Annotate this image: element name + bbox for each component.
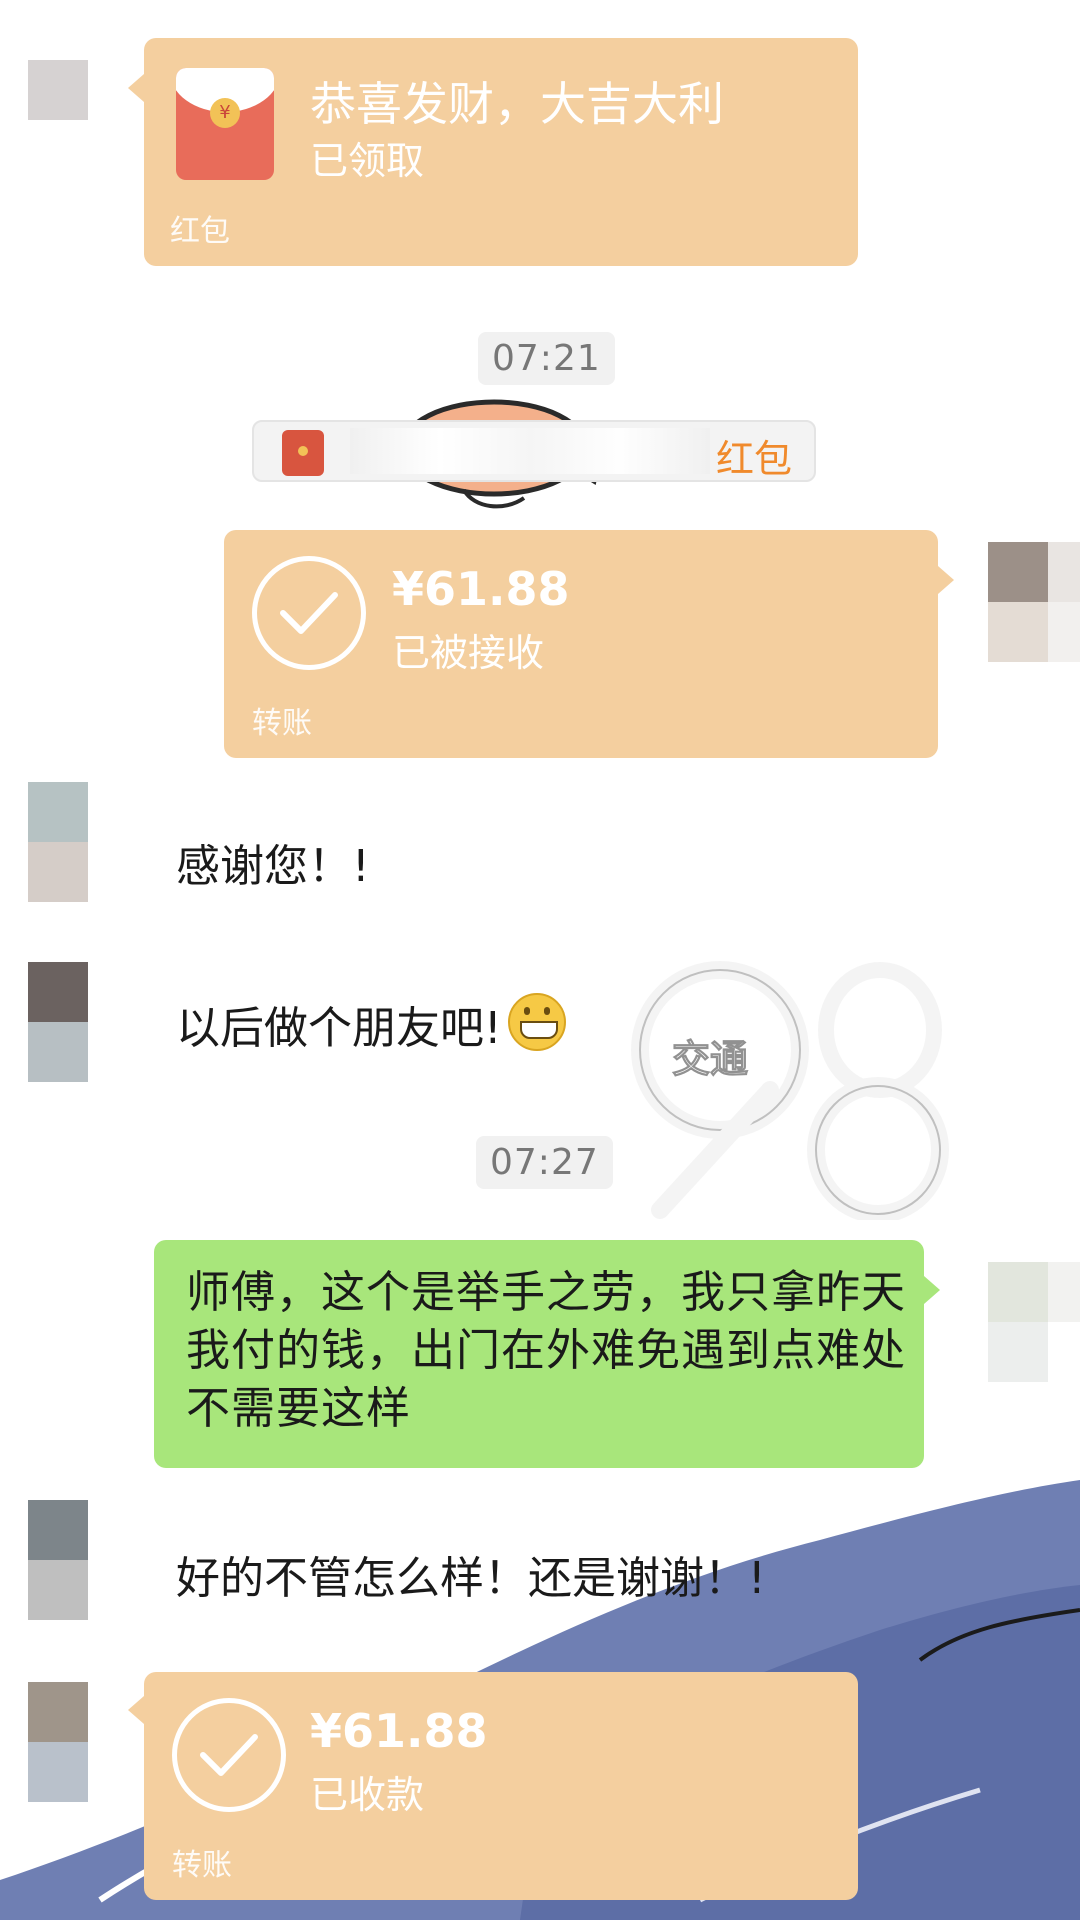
avatar[interactable] [988, 1262, 1080, 1382]
watermark-logo: 交通 [631, 961, 949, 1220]
notice-label: 红包 [715, 437, 792, 481]
bubble-tail [128, 1696, 144, 1724]
bubble-tail [938, 566, 954, 594]
avatar[interactable] [28, 1682, 88, 1802]
bubble-tail [128, 74, 144, 102]
my-message-bubble[interactable]: 师傅，这个是举手之劳，我只拿昨天我付的钱，出门在外难免遇到点难处不需要这样 [154, 1240, 924, 1468]
avatar[interactable] [28, 1500, 88, 1620]
transfer-status: 已收款 [310, 1773, 425, 1817]
transfer-label: 转账 [252, 706, 312, 741]
message-text: 以后做个朋友吧! [176, 992, 566, 1056]
red-envelope-icon [282, 430, 324, 476]
message-text: 好的不管怎么样！还是谢谢！! [176, 1553, 766, 1604]
watermark-text: 交通 [672, 1037, 748, 1081]
timestamp: 07:27 [476, 1136, 613, 1189]
check-circle-icon [252, 556, 366, 670]
transfer-amount: ¥61.88 [310, 1704, 488, 1758]
transfer-amount: ¥61.88 [392, 562, 570, 616]
transfer-received-card[interactable]: ¥61.88 已收款 转账 [144, 1672, 858, 1900]
red-packet-status: 已领取 [310, 139, 425, 183]
red-packet-label: 红包 [170, 214, 230, 249]
avatar[interactable] [28, 60, 88, 180]
avatar[interactable] [28, 962, 88, 1082]
red-packet-card[interactable]: ¥ 恭喜发财，大吉大利 已领取 红包 [144, 38, 858, 266]
blurred-text [350, 428, 710, 474]
transfer-label: 转账 [172, 1848, 232, 1883]
timestamp: 07:21 [478, 332, 615, 385]
transfer-sent-card[interactable]: ¥61.88 已被接收 转账 [224, 530, 938, 758]
bubble-tail [924, 1276, 940, 1304]
check-circle-icon [172, 1698, 286, 1812]
avatar[interactable] [28, 782, 88, 902]
red-packet-notice: 红包 [252, 420, 816, 482]
grinning-face-emoji [507, 993, 566, 1051]
red-envelope-icon: ¥ [176, 68, 274, 180]
transfer-status: 已被接收 [392, 631, 545, 675]
message-text-content: 以后做个朋友吧! [176, 1003, 502, 1054]
red-packet-title: 恭喜发财，大吉大利 [310, 77, 724, 131]
message-text: 感谢您！! [176, 841, 370, 892]
message-text: 师傅，这个是举手之劳，我只拿昨天我付的钱，出门在外难免遇到点难处不需要这样 [186, 1267, 906, 1434]
avatar[interactable] [988, 542, 1080, 662]
